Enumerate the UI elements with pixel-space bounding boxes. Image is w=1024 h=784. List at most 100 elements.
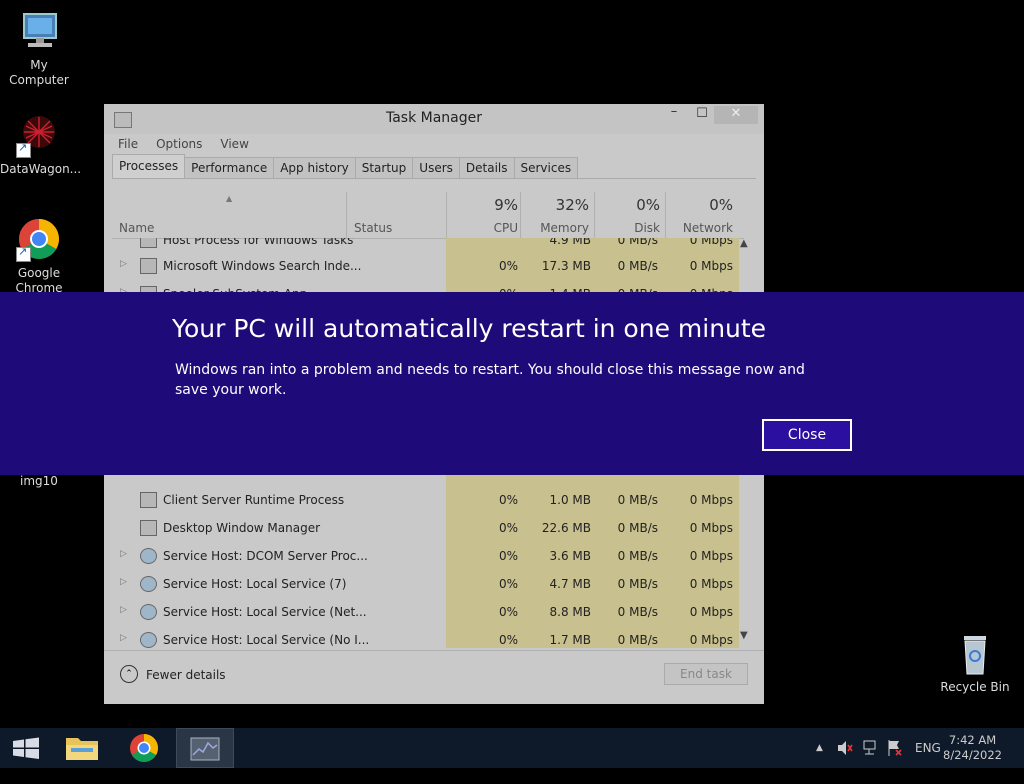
gear-icon (140, 548, 157, 564)
process-cpu: 0% (498, 521, 518, 535)
tab-app-history[interactable]: App history (273, 157, 356, 178)
process-name: Service Host: DCOM Server Proc... (163, 549, 368, 563)
banner-message: Windows ran into a problem and needs to … (175, 362, 805, 398)
process-network: 0 Mbps (689, 577, 733, 591)
network-icon[interactable] (862, 728, 880, 768)
taskbar-file-explorer[interactable] (54, 728, 110, 768)
desktop-icon-recycle-bin[interactable]: Recycle Bin (936, 630, 1014, 695)
network-label: Network (682, 221, 733, 235)
process-disk: 0 MB/s (617, 493, 658, 507)
tab-processes[interactable]: Processes (112, 154, 186, 178)
process-disk: 0 MB/s (617, 259, 658, 273)
process-cpu: 0% (498, 633, 518, 647)
desktop-icon-datawagon[interactable]: DataWagon... (0, 112, 82, 177)
fewer-details-link[interactable]: Fewer details (146, 668, 226, 682)
table-row[interactable]: ▷ Service Host: DCOM Server Proc... 0% 3.6 … (112, 542, 739, 570)
maximize-button[interactable]: ☐ (690, 106, 714, 124)
expand-arrow-icon[interactable]: ▷ (120, 633, 127, 643)
process-name: Service Host: Local Service (7) (163, 577, 347, 591)
desktop-icon-my-computer[interactable]: My Computer (0, 8, 78, 88)
column-network[interactable]: 0% Network (665, 192, 739, 238)
column-status[interactable]: Status (354, 221, 392, 235)
desktop-icon-google-chrome[interactable]: Google Chrome (0, 216, 78, 296)
process-cpu: 0% (498, 605, 518, 619)
window-icon (140, 238, 157, 248)
minimize-button[interactable]: – (662, 104, 686, 122)
process-memory: 22.6 MB (541, 521, 591, 535)
show-hidden-icons[interactable]: ▲ (816, 728, 823, 768)
process-name: Desktop Window Manager (163, 521, 321, 535)
process-network: 0 Mbps (689, 605, 733, 619)
search-person-icon (140, 258, 157, 274)
column-disk[interactable]: 0% Disk (594, 192, 666, 238)
table-row[interactable]: Client Server Runtime Process 0% 1.0 MB 0 M… (112, 486, 739, 514)
column-name[interactable]: Name (119, 221, 154, 235)
process-disk: 0 MB/s (617, 521, 658, 535)
window-icon (140, 520, 157, 536)
title-bar[interactable]: Task Manager – ☐ ✕ (104, 104, 764, 134)
expand-arrow-icon[interactable]: ▷ (120, 259, 127, 269)
tab-services[interactable]: Services (513, 157, 579, 178)
datawagon-logo-icon (16, 112, 62, 158)
desktop-icon-label: Recycle Bin (940, 680, 1010, 694)
menu-view[interactable]: View (220, 137, 248, 151)
sort-up-icon: ▲ (226, 194, 233, 203)
taskbar-task-manager[interactable] (176, 728, 234, 768)
memory-label: Memory (540, 221, 589, 235)
expand-arrow-icon[interactable]: ▷ (120, 549, 127, 559)
process-network: 0 Mbps (689, 549, 733, 563)
banner-close-button[interactable]: Close (762, 419, 852, 451)
gear-icon (140, 632, 157, 648)
table-row[interactable]: ▷ Service Host: Local Service (No I... 0% 1… (112, 626, 739, 648)
network-total-percent: 0% (709, 196, 733, 214)
table-row[interactable]: ▷ Service Host: Local Service (Net... 0% 8.… (112, 598, 739, 626)
desktop-icon-label: DataWagon... (0, 162, 82, 176)
chrome-icon (130, 734, 158, 762)
tab-performance[interactable]: Performance (184, 157, 275, 178)
process-disk: 0 MB/s (617, 238, 658, 247)
column-memory[interactable]: 32% Memory (520, 192, 595, 238)
tab-strip: Processes Performance App history Startu… (112, 154, 756, 179)
menu-options[interactable]: Options (156, 137, 202, 151)
column-header-row: ▲ Name Status 9% CPU 32% Memory 0% Disk … (112, 192, 744, 239)
disk-total-percent: 0% (636, 196, 660, 214)
taskbar: ▲ ENG 7:42 AM 8/24/2022 (0, 728, 1024, 768)
expand-arrow-icon[interactable]: ▷ (120, 577, 127, 587)
process-memory: 3.6 MB (549, 549, 591, 563)
scroll-up-icon[interactable]: ▲ (740, 238, 748, 249)
window-icon (140, 492, 157, 508)
banner-headline: Your PC will automatically restart in on… (172, 314, 767, 343)
table-row[interactable]: ▷ Microsoft Windows Search Inde... 0% 17.3 … (112, 252, 739, 280)
process-name: Service Host: Local Service (No I... (163, 633, 370, 647)
input-language-indicator[interactable]: ENG (915, 728, 941, 768)
process-disk: 0 MB/s (617, 633, 658, 647)
clock-time: 7:42 AM (948, 733, 997, 747)
scroll-down-icon[interactable]: ▼ (740, 630, 748, 641)
desktop-icon-label: My Computer (9, 58, 69, 87)
table-row[interactable]: Desktop Window Manager 0% 22.6 MB 0 MB/s 0 M… (112, 514, 739, 542)
footer-bar: ⌃ Fewer details End task (104, 650, 764, 705)
tab-startup[interactable]: Startup (354, 157, 414, 178)
tab-users[interactable]: Users (412, 157, 460, 178)
volume-muted-icon[interactable] (836, 728, 854, 768)
chevron-up-icon[interactable]: ⌃ (120, 665, 138, 683)
close-window-button[interactable]: ✕ (714, 106, 758, 124)
process-disk: 0 MB/s (617, 605, 658, 619)
expand-arrow-icon[interactable]: ▷ (120, 605, 127, 615)
menu-file[interactable]: File (118, 137, 138, 151)
process-network: 0 Mbps (689, 238, 733, 247)
desktop-icon-label: img10 (20, 474, 58, 488)
end-task-button[interactable]: End task (664, 663, 748, 685)
taskbar-chrome[interactable] (116, 728, 172, 768)
process-memory: 1.7 MB (549, 633, 591, 647)
process-cpu: 0% (498, 549, 518, 563)
desktop-icon-img10[interactable]: img10 (0, 474, 78, 489)
chrome-icon (16, 216, 62, 262)
process-cpu: 0% (498, 493, 518, 507)
action-center-flag-icon[interactable] (886, 728, 904, 768)
tab-details[interactable]: Details (458, 157, 515, 178)
start-button[interactable] (0, 728, 56, 768)
table-row[interactable]: ▷ Service Host: Local Service (7) 0% 4.7 MB… (112, 570, 739, 598)
clock[interactable]: 7:42 AM 8/24/2022 (943, 733, 1002, 763)
column-cpu[interactable]: 9% CPU (446, 192, 524, 238)
